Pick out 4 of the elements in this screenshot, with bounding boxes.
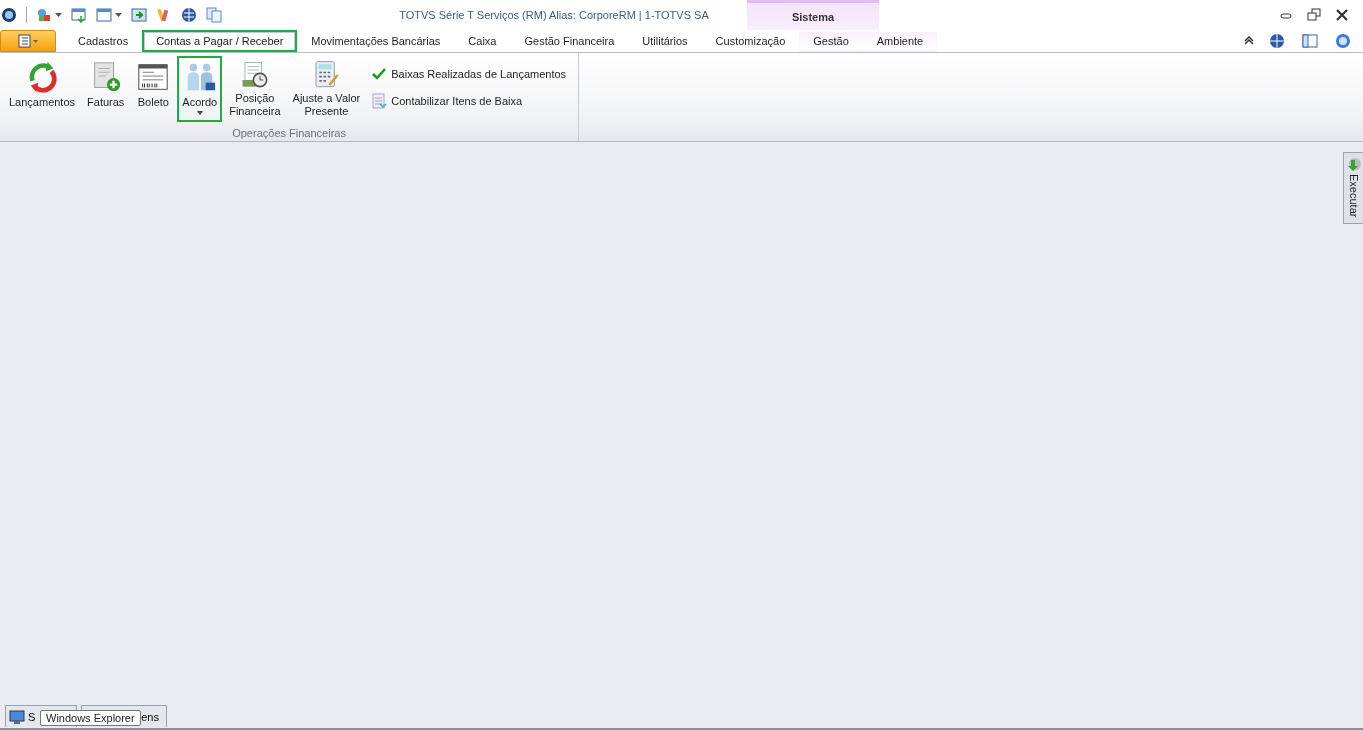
group-label: Operações Financeiras bbox=[231, 127, 347, 141]
context-group-header: Sistema bbox=[747, 0, 879, 30]
window-title: TOTVS Série T Serviços (RM) Alias: CorporeRM | 1-TOTVS SA bbox=[398, 9, 710, 21]
tooltip: Windows Explorer bbox=[40, 710, 141, 726]
